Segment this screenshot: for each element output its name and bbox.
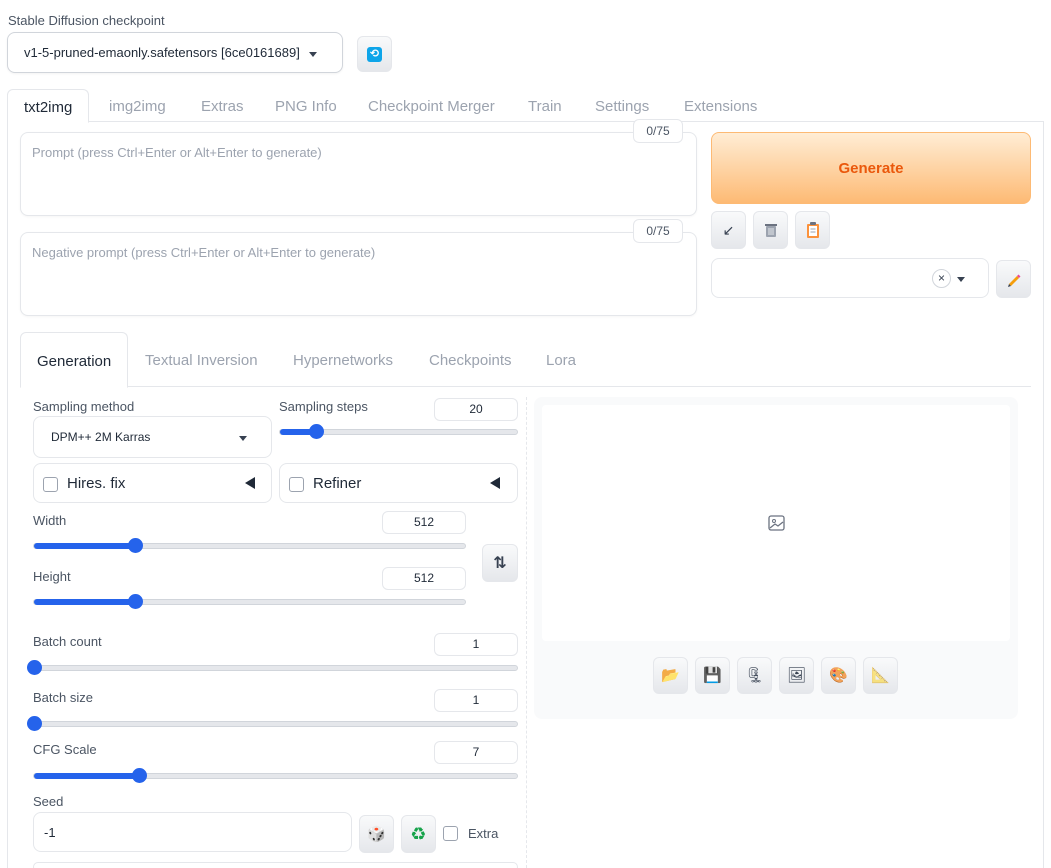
tab-textual-inversion[interactable]: Textual Inversion <box>145 332 258 387</box>
generate-button[interactable]: Generate <box>711 132 1031 204</box>
reuse-seed-button[interactable]: ♻ <box>401 815 436 853</box>
hires-fix-checkbox[interactable] <box>43 477 58 492</box>
checkpoint-label: Stable Diffusion checkpoint <box>8 13 165 28</box>
batch-count-input[interactable]: 1 <box>434 633 518 656</box>
tab-img2img[interactable]: img2img <box>109 89 166 122</box>
height-label: Height <box>33 569 71 584</box>
zip-button[interactable]: 🗜 <box>737 657 772 694</box>
tab-checkpoint-merger[interactable]: Checkpoint Merger <box>368 89 495 122</box>
clipboard-icon <box>806 222 819 238</box>
image-preview <box>542 405 1010 641</box>
hires-fix-accordion[interactable]: Hires. fix <box>33 463 272 503</box>
close-icon[interactable]: × <box>932 269 951 288</box>
recycle-icon: ♻ <box>410 823 427 844</box>
height-slider[interactable] <box>33 594 466 609</box>
batch-count-label: Batch count <box>33 634 102 649</box>
sampling-method-value: DPM++ 2M Karras <box>51 430 151 444</box>
refresh-icon: ⟲ <box>367 46 382 62</box>
negative-prompt-placeholder: Negative prompt (press Ctrl+Enter or Alt… <box>32 245 376 260</box>
extra-seed-label: Extra <box>468 826 499 841</box>
save-button[interactable]: 💾 <box>695 657 730 694</box>
pencil-icon <box>1007 274 1020 287</box>
refiner-accordion[interactable]: Refiner <box>279 463 518 503</box>
open-folder-button[interactable]: 📂 <box>653 657 688 694</box>
tab-hypernetworks[interactable]: Hypernetworks <box>293 332 393 387</box>
tab-png-info[interactable]: PNG Info <box>275 89 337 122</box>
height-input[interactable]: 512 <box>382 567 466 590</box>
extra-seed-checkbox[interactable] <box>443 826 458 841</box>
triangle-ruler-icon: 📐 <box>871 667 890 684</box>
sampling-method-select[interactable]: DPM++ 2M Karras <box>33 416 272 458</box>
folder-icon: 📂 <box>661 667 680 684</box>
seed-input[interactable]: -1 <box>33 812 352 852</box>
next-control <box>33 862 518 868</box>
swap-dimensions-button[interactable]: ⇅ <box>482 544 518 582</box>
tab-settings[interactable]: Settings <box>595 89 649 122</box>
sampling-steps-slider[interactable] <box>279 424 518 439</box>
tab-checkpoints[interactable]: Checkpoints <box>429 332 512 387</box>
tab-generation[interactable]: Generation <box>20 332 129 388</box>
random-seed-button[interactable]: 🎲 <box>359 815 394 853</box>
seed-value: -1 <box>44 825 56 840</box>
width-label: Width <box>33 513 67 528</box>
tab-extras[interactable]: Extras <box>201 89 244 122</box>
batch-size-label: Batch size <box>33 690 93 705</box>
archive-icon: 🗜 <box>744 667 765 684</box>
main-tabbar: txt2img img2img Extras PNG Info Checkpoi… <box>7 89 1044 123</box>
prompt-placeholder: Prompt (press Ctrl+Enter or Alt+Enter to… <box>32 145 322 160</box>
checkpoint-value: v1-5-pruned-emaonly.safetensors [6ce0161… <box>24 45 300 60</box>
tab-train[interactable]: Train <box>528 89 562 122</box>
clear-prompt-button[interactable] <box>753 211 788 249</box>
send-to-inpaint-button[interactable]: 🎨 <box>821 657 856 694</box>
trash-icon <box>764 224 777 237</box>
styles-select[interactable]: × <box>711 258 989 298</box>
slider-handle[interactable] <box>27 660 42 675</box>
column-divider <box>526 397 527 868</box>
checkpoint-select[interactable]: v1-5-pruned-emaonly.safetensors [6ce0161… <box>7 32 343 73</box>
tab-extensions[interactable]: Extensions <box>684 89 757 122</box>
cfg-scale-label: CFG Scale <box>33 742 97 757</box>
seed-label: Seed <box>33 794 64 809</box>
batch-count-slider[interactable] <box>27 660 518 675</box>
paste-style-button[interactable] <box>795 211 830 249</box>
tab-txt2img[interactable]: txt2img <box>7 89 90 123</box>
chevron-down-icon <box>309 52 317 57</box>
prompt-textarea[interactable]: Prompt (press Ctrl+Enter or Alt+Enter to… <box>20 132 697 216</box>
palette-icon: 🎨 <box>829 667 848 684</box>
batch-size-slider[interactable] <box>27 716 518 731</box>
sampling-method-label: Sampling method <box>33 399 135 414</box>
cfg-scale-input[interactable]: 7 <box>434 741 518 764</box>
collapse-arrow-icon <box>490 477 500 489</box>
sampling-steps-label: Sampling steps <box>279 399 368 414</box>
refiner-checkbox[interactable] <box>289 477 304 492</box>
floppy-disk-icon: 💾 <box>703 667 722 684</box>
width-input[interactable]: 512 <box>382 511 466 534</box>
edit-styles-button[interactable] <box>996 260 1031 298</box>
negative-prompt-textarea[interactable]: Negative prompt (press Ctrl+Enter or Alt… <box>20 232 697 316</box>
picture-icon: 🖼 <box>786 667 807 684</box>
batch-size-input[interactable]: 1 <box>434 689 518 712</box>
send-to-extras-button[interactable]: 📐 <box>863 657 898 694</box>
read-params-button[interactable]: ↙ <box>711 211 746 249</box>
collapse-arrow-icon <box>245 477 255 489</box>
send-to-img2img-button[interactable]: 🖼 <box>779 657 814 694</box>
refiner-label: Refiner <box>313 475 362 492</box>
arrow-down-left-icon: ↙ <box>722 221 735 238</box>
sampling-steps-input[interactable]: 20 <box>434 398 518 421</box>
extra-networks-tabbar: Generation Textual Inversion Hypernetwor… <box>20 332 1031 388</box>
refresh-checkpoint-button[interactable]: ⟲ <box>357 36 392 72</box>
chevron-down-icon <box>239 436 247 441</box>
negative-prompt-token-counter: 0/75 <box>633 219 683 243</box>
hires-fix-label: Hires. fix <box>67 475 126 492</box>
tab-lora[interactable]: Lora <box>546 332 576 387</box>
slider-handle[interactable] <box>308 424 324 439</box>
chevron-down-icon <box>957 277 965 282</box>
prompt-token-counter: 0/75 <box>633 119 683 143</box>
cfg-scale-slider[interactable] <box>33 768 518 783</box>
swap-icon: ⇅ <box>493 555 507 572</box>
image-placeholder-icon <box>768 515 785 531</box>
width-slider[interactable] <box>33 538 466 553</box>
slider-handle[interactable] <box>27 716 42 731</box>
dice-icon: 🎲 <box>367 825 386 843</box>
